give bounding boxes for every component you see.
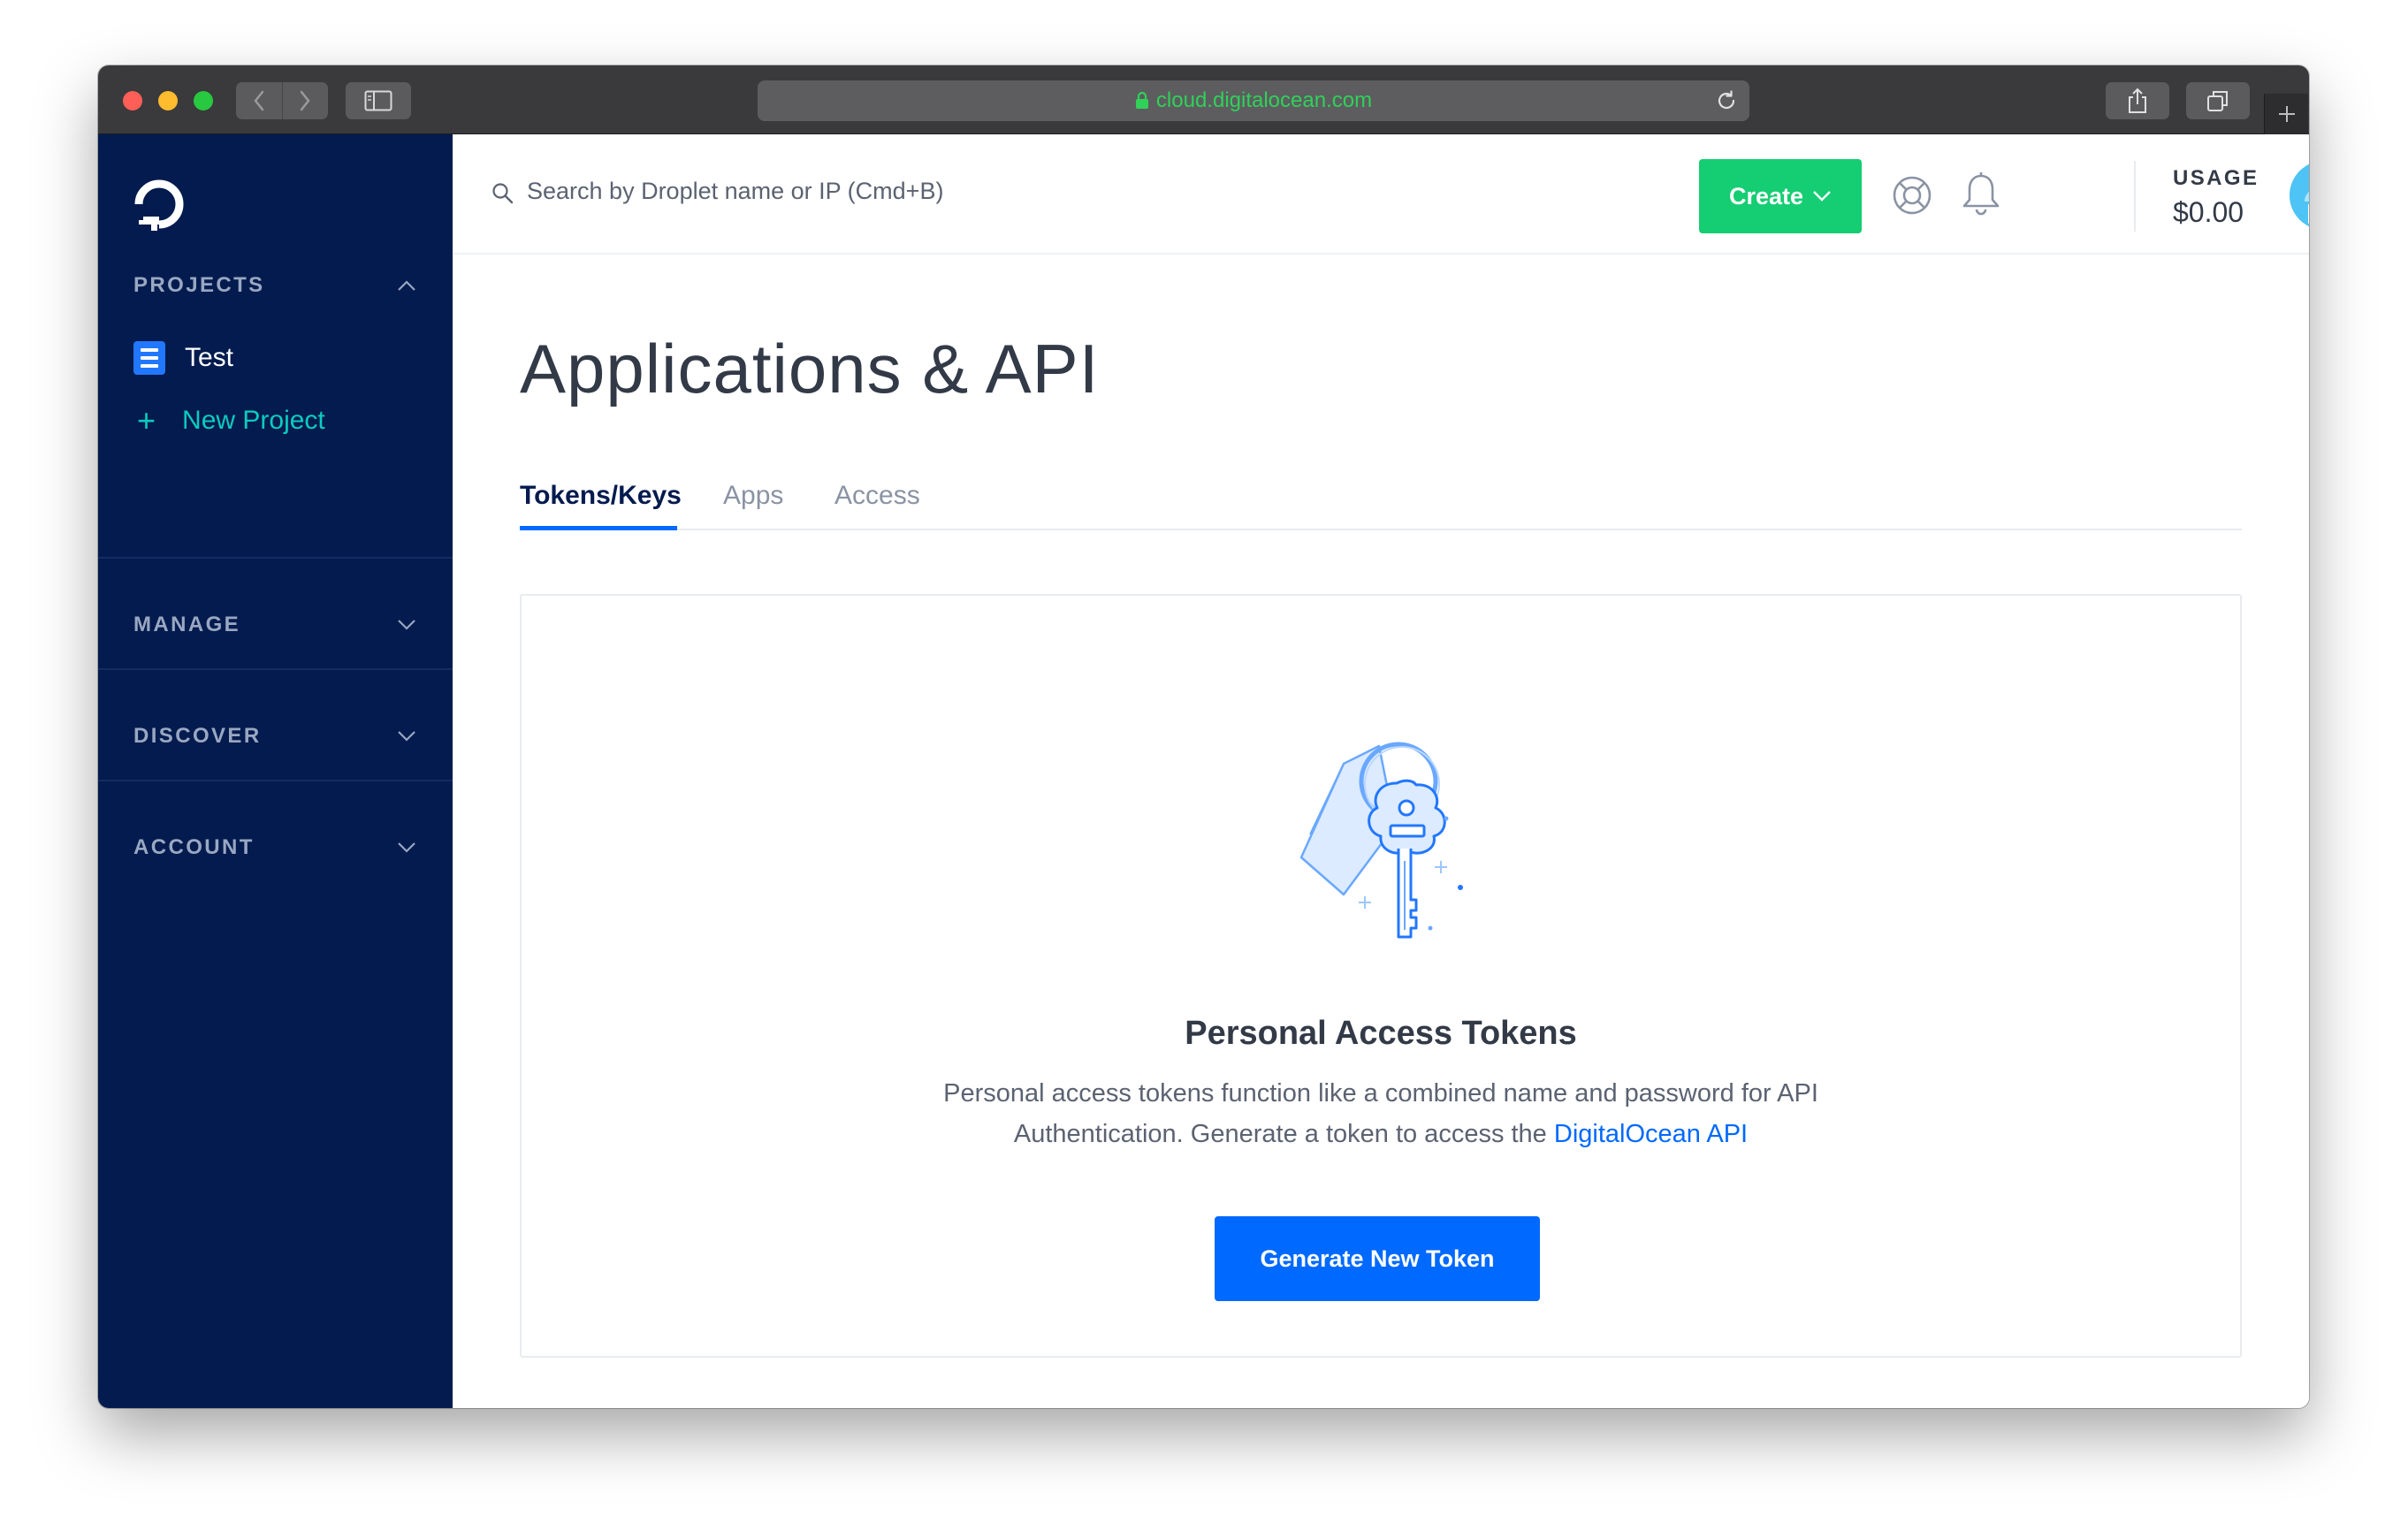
sidebar-divider <box>98 668 453 670</box>
personal-access-tokens-card: Personal Access Tokens Personal access t… <box>520 594 2242 1358</box>
avatar[interactable] <box>2290 161 2309 230</box>
project-icon <box>133 341 165 375</box>
card-description-line-1: Personal access tokens function like a c… <box>943 1079 1818 1108</box>
url-text: cloud.digitalocean.com <box>1155 88 1373 112</box>
card-description-text: Authentication. Generate a token to acce… <box>1013 1120 1547 1148</box>
history-nav <box>236 82 328 119</box>
usage-value: $0.00 <box>2173 196 2244 228</box>
chevron-down-icon <box>1813 191 1831 202</box>
page-title: Applications & API <box>520 330 1100 407</box>
projects-section-header[interactable]: PROJECTS <box>133 272 416 299</box>
card-title: Personal Access Tokens <box>1185 1015 1577 1052</box>
new-project-link[interactable]: + New Project <box>137 405 325 437</box>
close-window-button[interactable] <box>123 91 142 110</box>
browser-toolbar: cloud.digitalocean.com <box>98 65 2309 134</box>
sidebar: PROJECTS Test + New Project MANAGE DISCO… <box>98 134 453 1408</box>
chevron-right-icon <box>301 90 310 111</box>
manage-section-header[interactable]: MANAGE <box>133 612 416 638</box>
usage-summary[interactable]: USAGE $0.00 <box>2173 166 2259 229</box>
top-bar: Create USAGE $0.00 <box>453 134 2309 255</box>
card-description: Personal access tokens function like a c… <box>522 1073 2240 1154</box>
account-section-label: ACCOUNT <box>133 835 255 859</box>
new-tab-button[interactable] <box>2264 94 2308 134</box>
generate-new-token-button[interactable]: Generate New Token <box>1215 1216 1540 1301</box>
chevron-down-icon <box>398 620 415 630</box>
plus-icon <box>2278 106 2295 122</box>
new-project-label: New Project <box>182 406 325 435</box>
forward-button[interactable] <box>281 82 329 119</box>
chevron-down-icon <box>398 842 415 853</box>
card-description-line-2: Authentication. Generate a token to acce… <box>522 1114 2240 1154</box>
help-icon[interactable] <box>1890 173 1934 222</box>
digitalocean-logo[interactable] <box>132 177 187 236</box>
tab-apps[interactable]: Apps <box>723 481 783 530</box>
chevron-up-icon <box>398 280 415 291</box>
discover-section-label: DISCOVER <box>133 724 262 748</box>
projects-section-label: PROJECTS <box>133 273 265 297</box>
sidebar-divider <box>98 557 453 559</box>
lock-icon <box>1135 92 1149 110</box>
create-button[interactable]: Create <box>1699 159 1862 233</box>
create-button-label: Create <box>1728 182 1804 209</box>
share-button[interactable] <box>2106 82 2169 119</box>
zoom-window-button[interactable] <box>194 91 213 110</box>
search-bar <box>492 177 1146 205</box>
search-icon <box>492 183 514 204</box>
tab-tokens-keys[interactable]: Tokens/Keys <box>520 481 682 530</box>
tab-bar: Tokens/Keys Apps Access <box>520 481 2242 530</box>
back-button[interactable] <box>236 82 282 119</box>
browser-window: cloud.digitalocean.com PROJECTS Test + N… <box>98 65 2309 1408</box>
account-section-header[interactable]: ACCOUNT <box>133 834 416 861</box>
project-label: Test <box>185 343 234 372</box>
reload-icon[interactable] <box>1716 90 1737 116</box>
key-with-tag-icon <box>1291 728 1476 954</box>
minimize-window-button[interactable] <box>158 91 178 110</box>
sammy-mascot-icon <box>2290 164 2309 227</box>
plus-icon: + <box>137 402 156 438</box>
usage-label: USAGE <box>2173 166 2259 190</box>
manage-section-label: MANAGE <box>133 613 241 636</box>
topbar-divider <box>2134 161 2136 232</box>
tabs-overview-icon <box>2207 91 2228 111</box>
sidebar-item-project-test[interactable]: Test <box>133 341 233 375</box>
sidebar-icon <box>364 90 392 111</box>
address-bar[interactable]: cloud.digitalocean.com <box>758 80 1749 121</box>
sidebar-toggle-button[interactable] <box>346 82 411 119</box>
tab-access[interactable]: Access <box>834 481 920 530</box>
main-content: Applications & API Tokens/Keys Apps Acce… <box>453 255 2309 1408</box>
share-icon <box>2129 88 2146 113</box>
chevron-left-icon <box>254 90 263 111</box>
discover-section-header[interactable]: DISCOVER <box>133 723 416 750</box>
sidebar-divider <box>98 780 453 781</box>
chevron-down-icon <box>398 731 415 742</box>
digitalocean-api-link[interactable]: DigitalOcean API <box>1554 1120 1748 1148</box>
show-tabs-button[interactable] <box>2186 82 2250 119</box>
notifications-bell-icon[interactable] <box>1959 171 2003 222</box>
search-input[interactable] <box>527 177 1146 205</box>
